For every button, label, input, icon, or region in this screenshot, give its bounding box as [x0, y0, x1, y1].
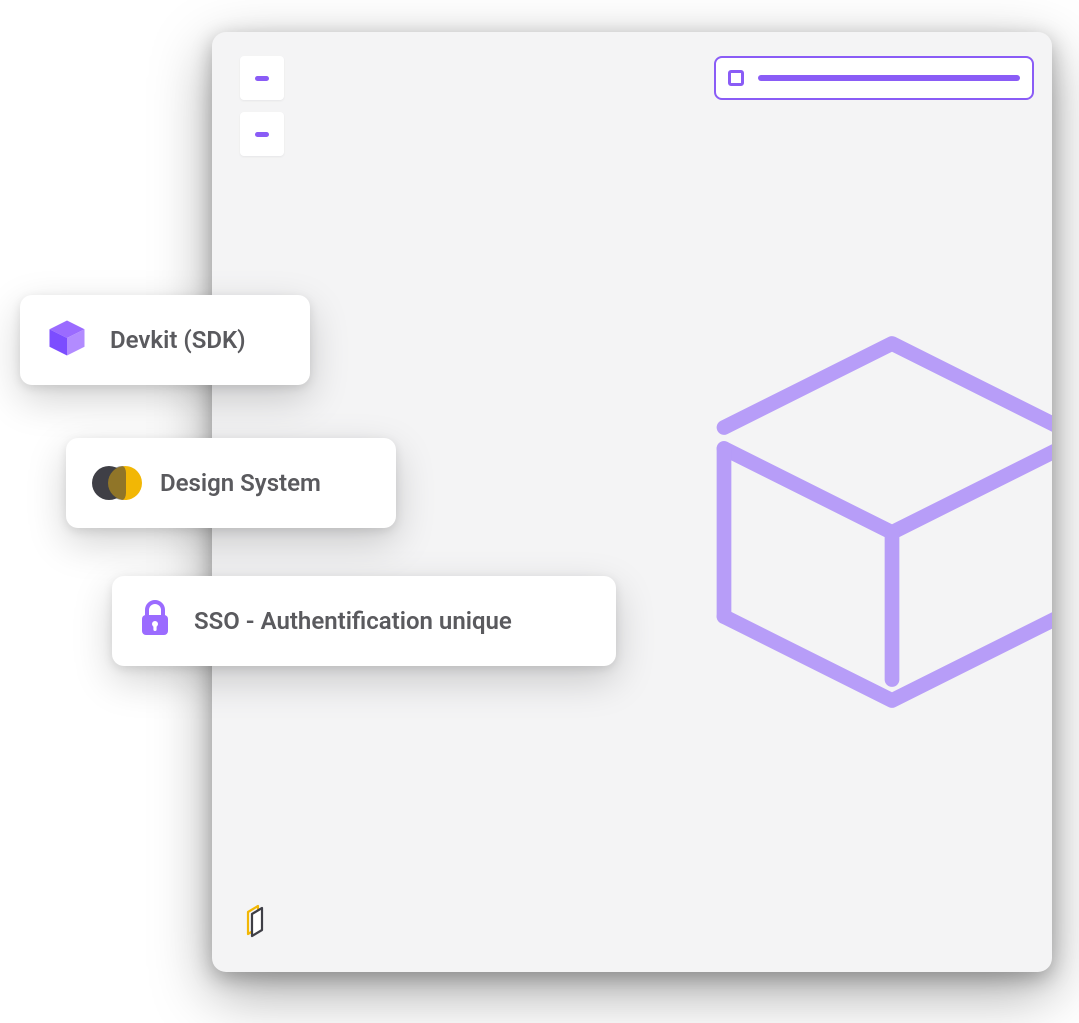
square-icon: [728, 70, 744, 86]
feature-card-label: Design System: [160, 469, 321, 497]
feature-card-sso[interactable]: SSO - Authentification unique: [112, 576, 616, 666]
cube-icon: [46, 317, 88, 363]
lock-icon: [138, 599, 172, 643]
overlap-circles-icon: [92, 465, 138, 501]
feature-card-design-system[interactable]: Design System: [66, 438, 396, 528]
feature-card-label: SSO - Authentification unique: [194, 607, 512, 635]
cube-illustration: [682, 312, 1052, 732]
placeholder-line: [758, 75, 1020, 81]
feature-card-label: Devkit (SDK): [110, 326, 246, 354]
brand-logo-icon: [242, 904, 270, 938]
feature-card-devkit[interactable]: Devkit (SDK): [20, 295, 310, 385]
address-bar[interactable]: [714, 56, 1034, 100]
dash-icon: [255, 76, 269, 81]
toolbar-button-1[interactable]: [240, 56, 284, 100]
toolbar-button-2[interactable]: [240, 112, 284, 156]
dash-icon: [255, 132, 269, 137]
